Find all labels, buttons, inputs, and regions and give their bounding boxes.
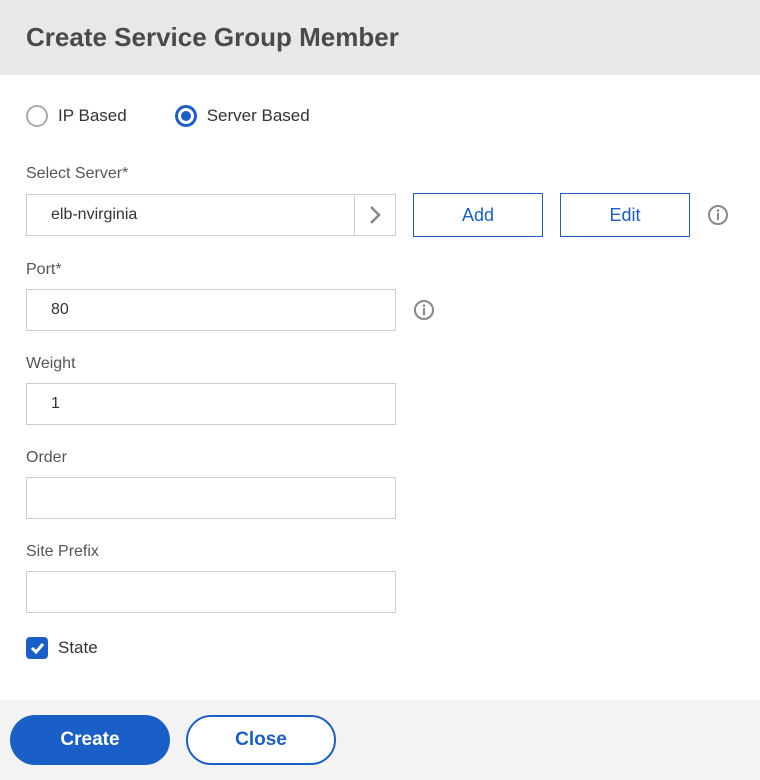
info-icon[interactable] xyxy=(707,204,729,226)
site-prefix-label: Site Prefix xyxy=(26,543,734,561)
dialog-title: Create Service Group Member xyxy=(26,22,734,53)
chevron-right-icon xyxy=(369,205,381,225)
select-server-row: Add Edit xyxy=(26,193,734,237)
port-field: Port* xyxy=(26,261,734,331)
radio-icon xyxy=(26,105,48,127)
radio-icon xyxy=(175,105,197,127)
radio-label: IP Based xyxy=(58,106,127,126)
select-server-field: Select Server* Add Edit xyxy=(26,165,734,237)
weight-label: Weight xyxy=(26,355,734,373)
state-checkbox[interactable]: State xyxy=(26,637,734,659)
checkbox-icon xyxy=(26,637,48,659)
select-server-input[interactable] xyxy=(26,194,354,236)
select-server-open-button[interactable] xyxy=(354,194,396,236)
radio-ip-based[interactable]: IP Based xyxy=(26,105,127,127)
port-label: Port* xyxy=(26,261,734,279)
radio-dot-icon xyxy=(181,111,191,121)
radio-server-based[interactable]: Server Based xyxy=(175,105,310,127)
add-button[interactable]: Add xyxy=(413,193,543,237)
close-button[interactable]: Close xyxy=(186,715,336,765)
radio-label: Server Based xyxy=(207,106,310,126)
state-checkbox-label: State xyxy=(58,638,98,658)
select-server-wrapper xyxy=(26,194,396,236)
dialog-content: IP Based Server Based Select Server* Add… xyxy=(0,75,760,677)
dialog-footer: Create Close xyxy=(0,700,760,780)
site-prefix-input[interactable] xyxy=(26,571,396,613)
site-prefix-field: Site Prefix xyxy=(26,543,734,613)
info-icon[interactable] xyxy=(413,299,435,321)
type-radio-group: IP Based Server Based xyxy=(26,105,734,127)
order-input[interactable] xyxy=(26,477,396,519)
order-label: Order xyxy=(26,449,734,467)
weight-input[interactable] xyxy=(26,383,396,425)
create-button[interactable]: Create xyxy=(10,715,170,765)
dialog-header: Create Service Group Member xyxy=(0,0,760,75)
edit-button[interactable]: Edit xyxy=(560,193,690,237)
select-server-label: Select Server* xyxy=(26,165,734,183)
weight-field: Weight xyxy=(26,355,734,425)
port-input[interactable] xyxy=(26,289,396,331)
order-field: Order xyxy=(26,449,734,519)
check-icon xyxy=(30,641,45,655)
port-row xyxy=(26,289,734,331)
